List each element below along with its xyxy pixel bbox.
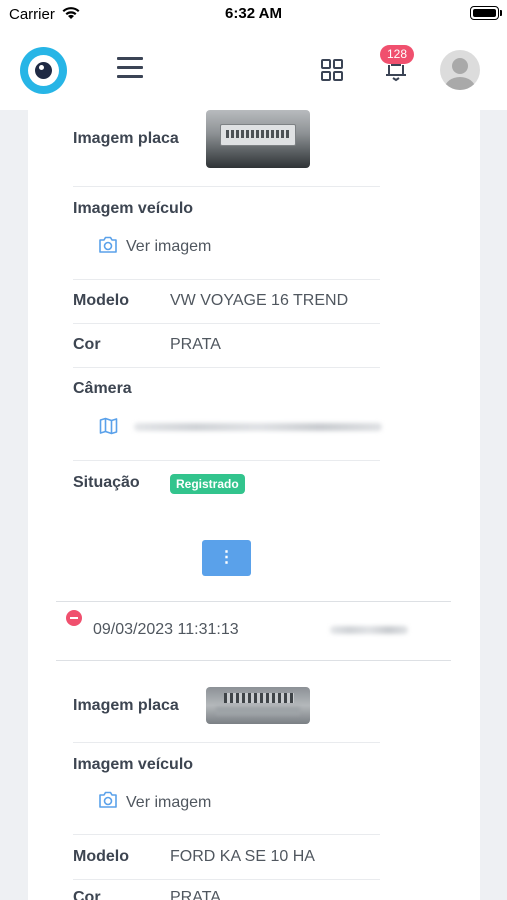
divider [73,279,380,280]
status-badge: Registrado [170,474,245,494]
plate-image-thumbnail[interactable] [206,687,310,724]
view-image-link[interactable]: Ver imagem [126,794,211,812]
hamburger-menu-icon[interactable] [117,57,143,79]
camera-label: Câmera [73,380,132,397]
redacted-camera-location [134,423,382,431]
color-label: Cor [73,889,101,900]
color-value: PRATA [170,889,221,900]
color-label: Cor [73,336,101,353]
app-logo[interactable] [20,47,67,94]
divider [73,186,380,187]
entry-divider [56,660,451,661]
model-label: Modelo [73,292,129,309]
view-image-link[interactable]: Ver imagem [126,238,211,256]
divider [73,367,380,368]
vehicle-image-label: Imagem veículo [73,200,194,217]
notification-badge: 128 [380,45,414,64]
clock: 6:32 AM [225,5,282,22]
divider [73,742,380,743]
color-value: PRATA [170,336,221,353]
user-avatar[interactable] [440,50,480,90]
divider [73,460,380,461]
plate-image-label: Imagem placa [73,130,179,147]
remove-entry-icon[interactable] [66,610,82,626]
battery-icon [470,6,499,20]
entry-divider [56,601,451,602]
model-value: FORD KA SE 10 HA [170,848,315,865]
divider [73,879,380,880]
plate-image-label: Imagem placa [73,697,179,714]
status-label: Situação [73,474,140,491]
map-icon[interactable] [99,417,118,435]
entry-timestamp: 09/03/2023 11:31:13 [93,621,239,638]
divider [73,834,380,835]
more-options-button[interactable]: ⋮ [202,540,251,576]
model-label: Modelo [73,848,129,865]
plate-image-thumbnail[interactable] [206,110,310,168]
status-bar: Carrier 6:32 AM [0,0,507,30]
vehicle-image-label: Imagem veículo [73,756,194,773]
app-header: 128 [0,30,507,110]
battery-tip [500,10,502,16]
redacted-entry-info [330,626,408,634]
user-silhouette-icon [445,58,475,90]
records-card [28,110,480,900]
model-value: VW VOYAGE 16 TREND [170,292,349,309]
divider [73,323,380,324]
camera-icon[interactable] [98,791,118,809]
apps-grid-icon[interactable] [320,58,344,82]
camera-icon[interactable] [98,236,118,254]
